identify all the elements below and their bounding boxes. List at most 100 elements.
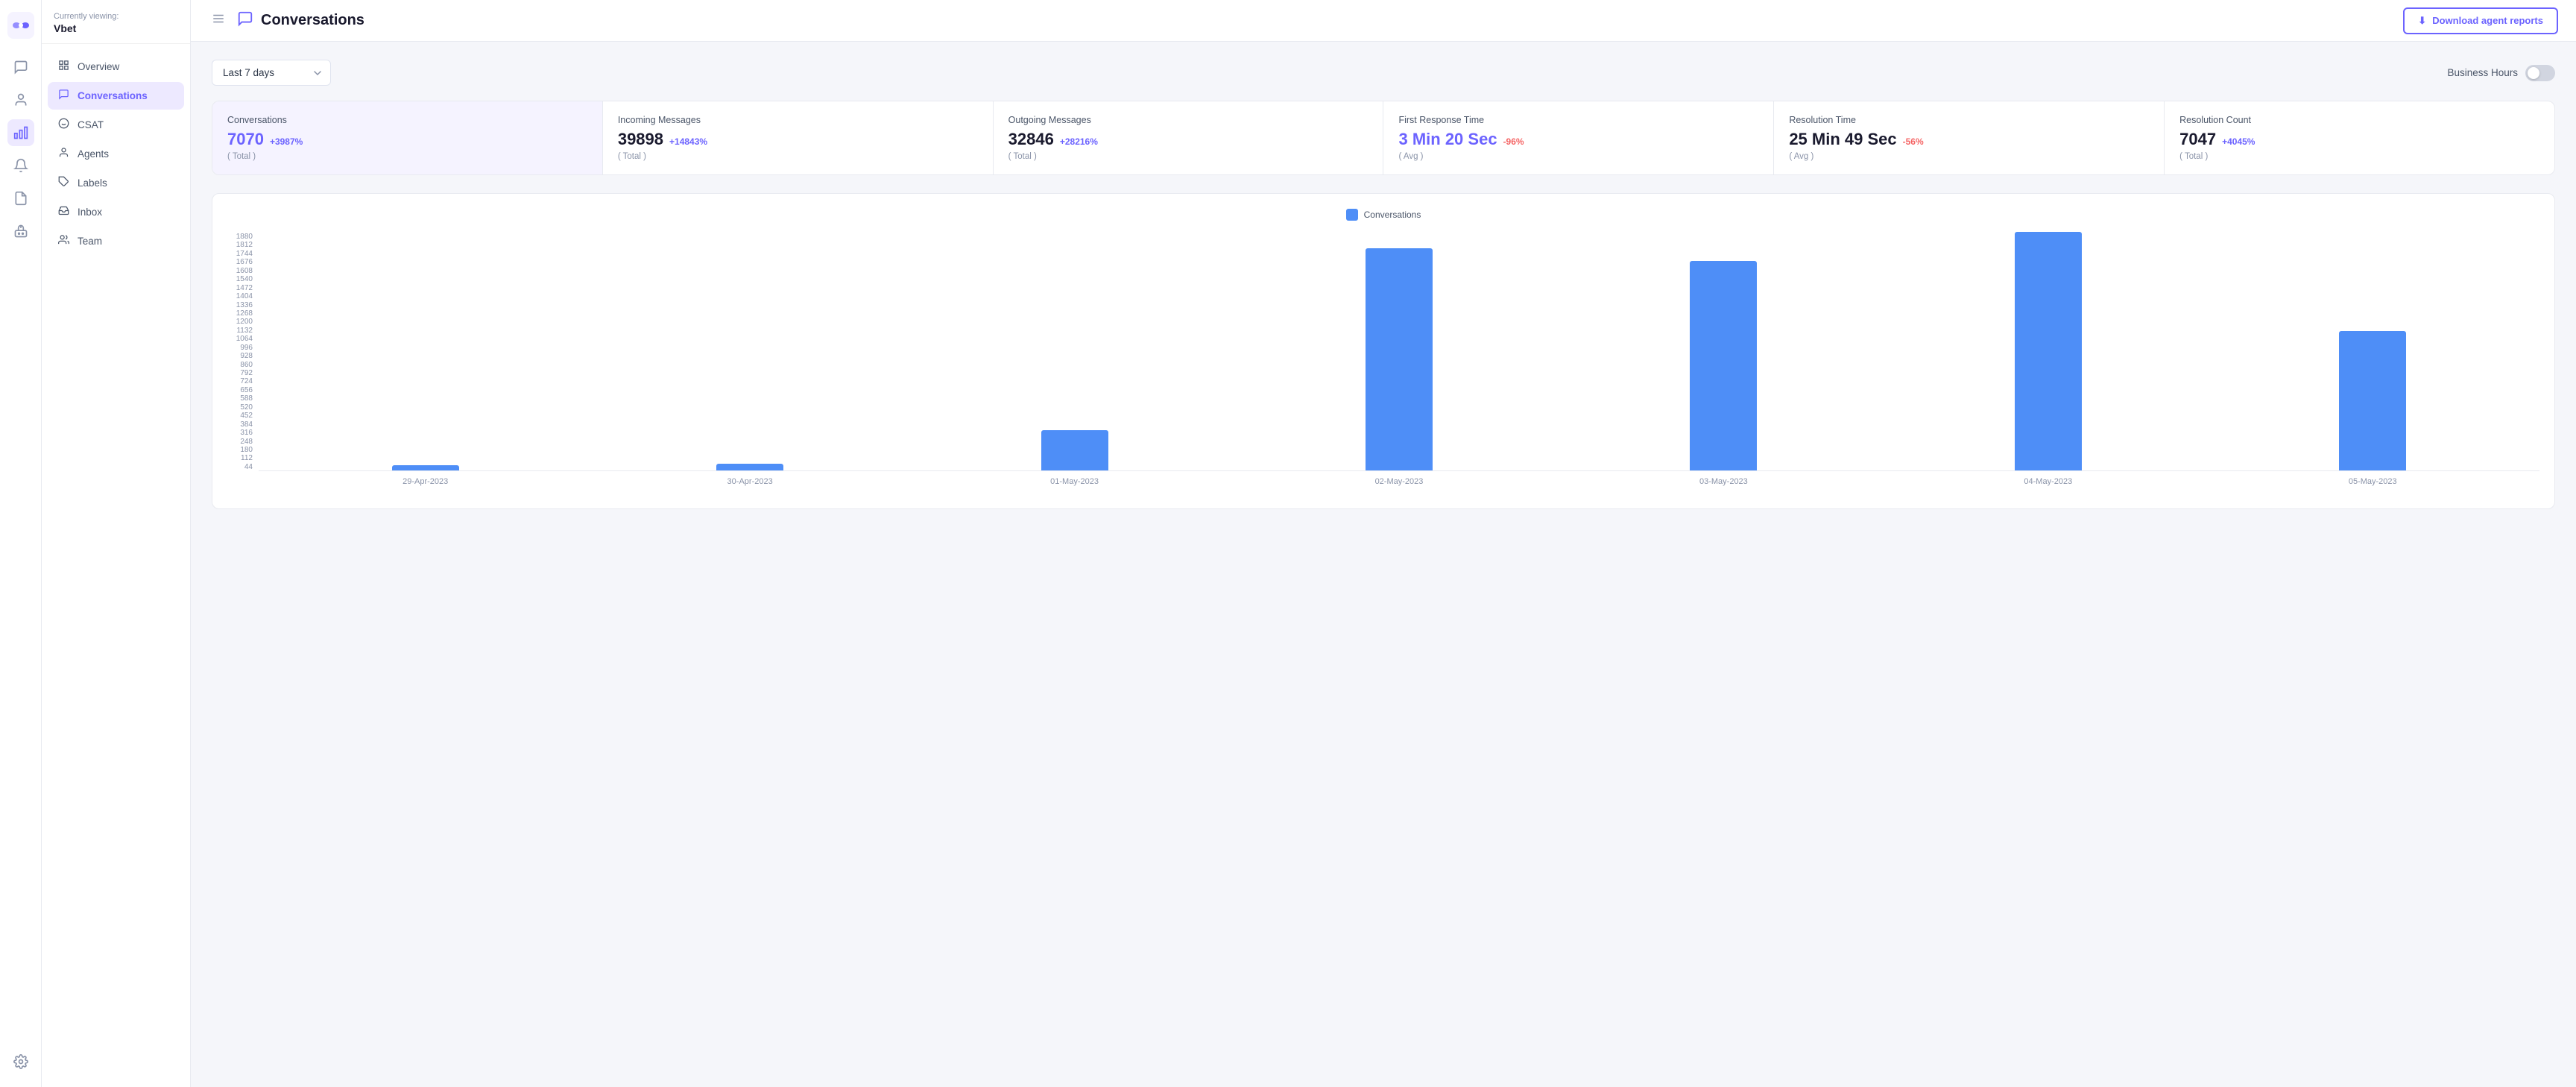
agents-icon (57, 147, 70, 161)
stat-sub-resolution-time: ( Avg ) (1789, 152, 2149, 161)
x-labels: 29-Apr-202330-Apr-202301-May-202302-May-… (259, 471, 2539, 486)
stat-label-conversations: Conversations (227, 115, 587, 125)
y-axis-label: 1812 (236, 241, 253, 249)
stat-value-outgoing: 32846 +28216% (1008, 130, 1368, 149)
bar[interactable] (716, 464, 783, 470)
y-axis-label: 180 (240, 446, 253, 454)
y-axis-label: 1472 (236, 284, 253, 292)
stat-card-incoming[interactable]: Incoming Messages 39898 +14843% ( Total … (603, 101, 994, 174)
stat-label-first-response: First Response Time (1398, 115, 1758, 125)
nav-item-inbox[interactable]: Inbox (48, 198, 184, 226)
nav-item-overview[interactable]: Overview (48, 53, 184, 81)
currently-viewing-value: Vbet (54, 22, 178, 34)
stat-change-resolution-count: +4045% (2222, 136, 2255, 147)
y-axis-label: 724 (240, 377, 253, 385)
x-axis-label: 05-May-2023 (2214, 477, 2532, 486)
y-axis-label: 1132 (236, 327, 253, 335)
y-axis-label: 1608 (236, 267, 253, 275)
y-axis-label: 1336 (236, 301, 253, 309)
stats-row: Conversations 7070 +3987% ( Total ) Inco… (212, 101, 2555, 175)
main-content: Conversations ⬇ Download agent reports L… (191, 0, 2576, 1087)
y-axis-label: 248 (240, 438, 253, 446)
stat-label-incoming: Incoming Messages (618, 115, 978, 125)
bar[interactable] (2015, 232, 2082, 470)
business-hours-label: Business Hours (2447, 67, 2518, 78)
chart-legend: Conversations (227, 209, 2539, 221)
bar-group (2214, 331, 2532, 470)
y-axis-label: 452 (240, 412, 253, 420)
bar[interactable] (2339, 331, 2406, 470)
reports-nav-icon[interactable] (7, 119, 34, 146)
stat-label-resolution-count: Resolution Count (2179, 115, 2539, 125)
y-axis-label: 1880 (236, 233, 253, 241)
bar-group (1565, 261, 1883, 470)
bar[interactable] (1041, 430, 1108, 470)
bar-group (1240, 248, 1558, 470)
y-axis-label: 1064 (236, 335, 253, 343)
hamburger-menu[interactable] (209, 9, 228, 32)
stat-sub-incoming: ( Total ) (618, 152, 978, 161)
tasks-nav-icon[interactable] (7, 185, 34, 212)
nav-item-conversations[interactable]: Conversations (48, 82, 184, 110)
y-axis-label: 1676 (236, 258, 253, 266)
conversations-nav-icon[interactable] (7, 54, 34, 81)
stat-card-conversations[interactable]: Conversations 7070 +3987% ( Total ) (212, 101, 603, 174)
y-axis-label: 928 (240, 352, 253, 360)
y-axis-label: 996 (240, 344, 253, 352)
stat-sub-conversations: ( Total ) (227, 152, 587, 161)
business-hours-toggle: Business Hours (2447, 65, 2555, 81)
icon-sidebar (0, 0, 42, 1087)
page-title: Conversations (261, 12, 364, 29)
topbar-left: Conversations (209, 9, 364, 32)
y-axis-label: 112 (241, 454, 253, 462)
nav-item-agents[interactable]: Agents (48, 140, 184, 168)
notifications-nav-icon[interactable] (7, 152, 34, 179)
stat-label-resolution-time: Resolution Time (1789, 115, 2149, 125)
stat-card-resolution-count[interactable]: Resolution Count 7047 +4045% ( Total ) (2165, 101, 2554, 174)
stat-sub-first-response: ( Avg ) (1398, 152, 1758, 161)
bot-nav-icon[interactable] (7, 218, 34, 245)
y-axis-label: 860 (240, 361, 253, 369)
nav-menu: Overview Conversations CSAT Agents Label… (42, 44, 190, 264)
bar-group (915, 430, 1234, 470)
stat-change-conversations: +3987% (270, 136, 303, 147)
stat-value-conversations: 7070 +3987% (227, 130, 587, 149)
y-axis-label: 792 (240, 369, 253, 377)
y-axis-label: 1744 (236, 250, 253, 258)
contacts-nav-icon[interactable] (7, 86, 34, 113)
overview-icon (57, 60, 70, 74)
chart-area: 29-Apr-202330-Apr-202301-May-202302-May-… (259, 233, 2539, 486)
settings-nav-icon[interactable] (7, 1048, 34, 1075)
stat-sub-resolution-count: ( Total ) (2179, 152, 2539, 161)
stat-card-first-response[interactable]: First Response Time 3 Min 20 Sec -96% ( … (1383, 101, 1774, 174)
stat-change-outgoing: +28216% (1060, 136, 1098, 147)
left-nav-panel: Currently viewing: Vbet Overview Convers… (42, 0, 191, 1087)
date-range-select[interactable]: Last 7 days Last 30 days Last 3 months C… (212, 60, 331, 86)
nav-item-labels[interactable]: Labels (48, 169, 184, 197)
x-axis-label: 03-May-2023 (1565, 477, 1883, 486)
y-axis-label: 384 (240, 420, 253, 429)
download-agent-reports-button[interactable]: ⬇ Download agent reports (2403, 7, 2558, 34)
stat-value-first-response: 3 Min 20 Sec -96% (1398, 130, 1758, 149)
legend-dot (1346, 209, 1358, 221)
x-axis-label: 01-May-2023 (915, 477, 1234, 486)
stat-label-outgoing: Outgoing Messages (1008, 115, 1368, 125)
business-hours-switch[interactable] (2525, 65, 2555, 81)
nav-item-team[interactable]: Team (48, 227, 184, 255)
y-axis-label: 520 (240, 403, 253, 412)
bar[interactable] (1690, 261, 1757, 470)
bar-group (590, 464, 909, 470)
labels-icon (57, 176, 70, 190)
y-axis: 1880181217441676160815401472140413361268… (227, 233, 259, 471)
bar[interactable] (392, 465, 459, 470)
page-title-container: Conversations (237, 10, 364, 31)
y-axis-label: 1268 (236, 309, 253, 318)
stat-card-outgoing[interactable]: Outgoing Messages 32846 +28216% ( Total … (994, 101, 1384, 174)
bar-group (266, 465, 584, 470)
stat-card-resolution-time[interactable]: Resolution Time 25 Min 49 Sec -56% ( Avg… (1774, 101, 2165, 174)
nav-item-csat[interactable]: CSAT (48, 111, 184, 139)
y-axis-label: 656 (240, 386, 253, 394)
bar[interactable] (1366, 248, 1433, 470)
chart-container: Conversations 18801812174416761608154014… (212, 193, 2555, 509)
stat-value-resolution-count: 7047 +4045% (2179, 130, 2539, 149)
